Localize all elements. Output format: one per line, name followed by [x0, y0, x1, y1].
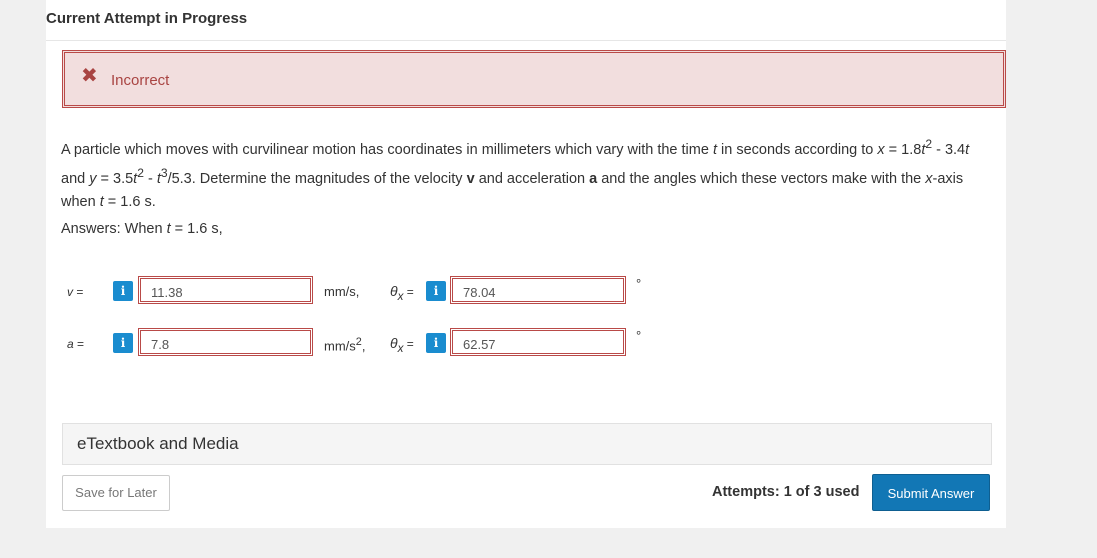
- acceleration-angle-input[interactable]: 62.57: [450, 328, 626, 356]
- question-segment: = 1.6 s.: [103, 193, 156, 210]
- acceleration-label: a =: [67, 337, 84, 351]
- velocity-label: v =: [67, 285, 83, 299]
- page-title: Current Attempt in Progress: [46, 10, 248, 27]
- close-icon: ✖: [81, 65, 98, 87]
- question-text: A particle which moves with curvilinear …: [61, 133, 981, 214]
- info-icon[interactable]: i: [426, 333, 446, 353]
- acceleration-var: a: [67, 337, 74, 351]
- answers-label-prefix: Answers: When: [61, 221, 167, 237]
- velocity-unit: mm/s,: [324, 284, 360, 299]
- info-icon[interactable]: i: [113, 333, 133, 353]
- question-segment: and: [61, 170, 90, 187]
- save-for-later-button[interactable]: Save for Later: [62, 475, 170, 511]
- degree-symbol: °: [636, 276, 642, 291]
- etextbook-media-section[interactable]: eTextbook and Media: [62, 423, 992, 465]
- question-var: x: [925, 170, 933, 187]
- answer-row-velocity: v = i 11.38 mm/s, θx = i 78.04 °: [46, 276, 1006, 306]
- incorrect-alert: ✖ Incorrect: [62, 50, 1006, 108]
- degree-symbol: °: [636, 328, 642, 343]
- acceleration-unit-comma: ,: [361, 338, 366, 354]
- theta-symbol: θ: [390, 283, 398, 299]
- acceleration-eq: =: [73, 337, 85, 351]
- question-segment: = 3.5: [96, 170, 134, 187]
- question-var-bold: v: [466, 170, 475, 187]
- question-var-bold: a: [589, 170, 598, 187]
- velocity-input[interactable]: 11.38: [138, 276, 313, 304]
- question-segment: in seconds according to: [716, 141, 878, 158]
- acceleration-unit-base: mm/s: [324, 338, 356, 354]
- header-divider: [46, 40, 1006, 41]
- submit-answer-button[interactable]: Submit Answer: [872, 474, 990, 511]
- theta-symbol: θ: [390, 335, 398, 351]
- question-segment: and the angles which these vectors make …: [597, 170, 926, 187]
- question-var: x: [877, 141, 885, 158]
- theta-eq: =: [403, 285, 414, 299]
- acceleration-unit: mm/s2,: [324, 336, 365, 353]
- theta-eq: =: [403, 337, 414, 351]
- question-segment: -: [143, 170, 157, 187]
- question-exponent: 2: [137, 165, 144, 180]
- velocity-eq: =: [73, 285, 84, 299]
- question-var: t: [965, 141, 970, 158]
- theta-label: θx =: [390, 335, 414, 355]
- etextbook-label: eTextbook and Media: [77, 434, 239, 453]
- answers-label-suffix: = 1.6 s,: [170, 221, 223, 237]
- question-segment: A particle which moves with curvilinear …: [61, 141, 713, 158]
- attempts-counter: Attempts: 1 of 3 used: [712, 484, 860, 500]
- theta-label: θx =: [390, 283, 414, 303]
- info-icon[interactable]: i: [113, 281, 133, 301]
- velocity-angle-input[interactable]: 78.04: [450, 276, 626, 304]
- acceleration-input[interactable]: 7.8: [138, 328, 313, 356]
- info-icon[interactable]: i: [426, 281, 446, 301]
- answers-label: Answers: When t = 1.6 s,: [61, 221, 223, 237]
- question-segment: and acceleration: [474, 170, 590, 187]
- question-segment: = 1.8: [884, 141, 922, 158]
- answer-row-acceleration: a = i 7.8 mm/s2, θx = i 62.57 °: [46, 328, 1006, 358]
- question-segment: - 3.4: [932, 141, 966, 158]
- question-segment: /5.3. Determine the magnitudes of the ve…: [167, 170, 467, 187]
- alert-text: Incorrect: [111, 72, 170, 89]
- question-panel: Current Attempt in Progress ✖ Incorrect …: [46, 0, 1006, 528]
- question-exponent: 3: [160, 165, 168, 180]
